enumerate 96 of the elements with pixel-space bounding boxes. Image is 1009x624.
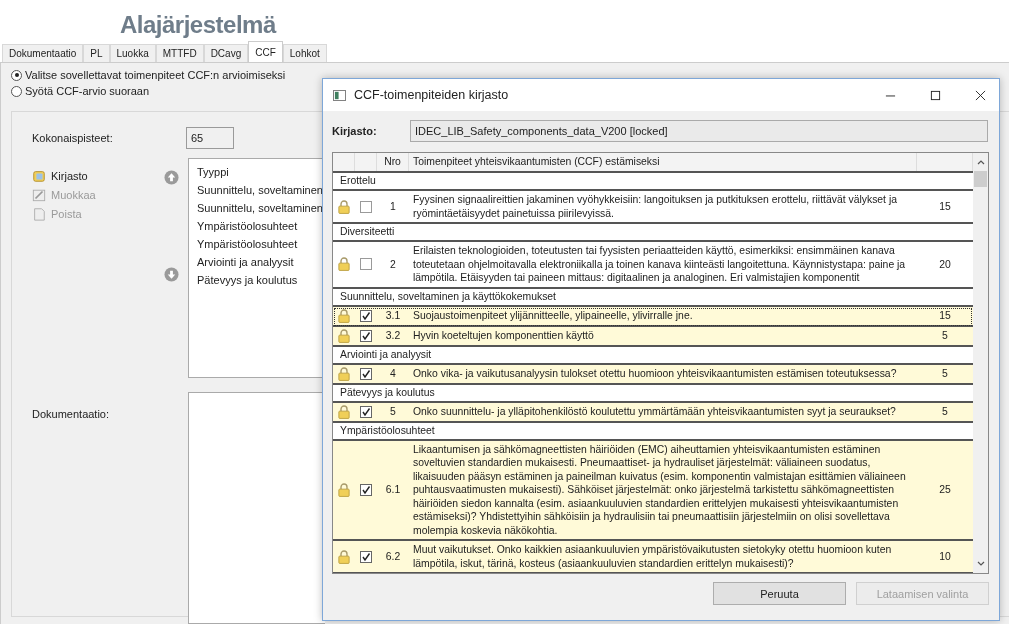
table-cell-text: Onko suunnittelu- ja ylläpitohenkilöstö koulutettu ymmärtämään yhteisvikaantumisten syyt ja seuraukset?	[412, 404, 897, 419]
table-cell-text: 4	[389, 366, 397, 381]
list-item[interactable]: Ympäristöolosuhteet	[189, 235, 323, 253]
checkbox[interactable]	[360, 329, 372, 342]
documentation-label: Dokumentaatio:	[32, 407, 111, 422]
close-icon[interactable]	[975, 89, 986, 101]
check-icon	[361, 330, 371, 341]
checkbox[interactable]	[360, 405, 372, 418]
lock-icon	[338, 482, 350, 497]
table-cell-text: Erilaisten teknologioiden, toteutusten tai fyysisten periaatteiden käyttö, esimerkiksi: ensimmäinen kanava toteutetaan ohjelmoitavalla elektroniikalla ja toinen kanava kiinteästi langoitettuna. Käynnistystapa: paine ja lämpötila. Etäisyyden tai paineen mittaus: digitaalinen ja analoginen. Eri valmistajien komponentit	[412, 244, 907, 285]
documentation-field[interactable]	[188, 392, 325, 624]
tab[interactable]: Lohkot	[282, 44, 327, 62]
library-field: IDEC_LIB_Safety_components_data_V200 [locked]	[410, 120, 988, 142]
table-cell-text: Muut vaikutukset. Onko kaikkien asiaankuuluvien ympäristövaikutusten sietokyky otettu huomioon kuten lämpötila, iskut, tärinä, kosteus (asiaankuuluvien standardien erittelyn mukaisesti)?	[412, 543, 893, 571]
table-row[interactable]: 6.2 Muut vaikutukset. Onko kaikkien asiaankuuluvien ympäristövaikutusten sietokyky otettu huomioon kuten lämpötila, iskut, tärinä, kosteus (asiaankuuluvien standardien erittelyn mukaisesti)? 10	[333, 541, 973, 573]
scroll-thumb[interactable]	[974, 171, 987, 187]
group-header: Diversiteetti	[333, 224, 973, 242]
pencil-icon	[32, 187, 46, 202]
checkbox[interactable]	[360, 200, 372, 213]
table-cell-text: 5	[941, 328, 949, 343]
table-cell-text: 5	[389, 404, 397, 419]
lock-icon	[338, 549, 350, 564]
table-cell-text: 20	[938, 257, 952, 272]
page-icon	[32, 206, 46, 221]
table-cell-text: 5	[941, 366, 949, 381]
check-icon	[361, 406, 371, 417]
dialog-button[interactable]: Peruuta	[713, 582, 846, 605]
table-cell-text: Likaantumisen ja sähkömagneettisten häiriöiden (EMC) aiheuttamien yhteisvikaantumisten estäminen soveltuvien standardien mukaisesti. Pneumaattiset- ja hydrauliset järjestelmät: väliaineen suodatus, likaisuuden pääsyn estäminen ja paineilman kuivatus (esim. komponentin valmistajan esittämien väliaineen puhtausvaatimusten mukaisesti). Sähköiset järjestelmät: onko järjestelmä tarkistettu sähkömagneettisten häiriöiden siedon kannalta (esim. asiaankuuluvien standardien erittelyjen mukaisesti yhteisvikaantumisten estämiseksi)? Yhdistettyihin sähköisiin ja hydraulisiin tai pneumaattisiin järjestelmiin on olisi sovellettava molempia koskevia näkökohtia.	[412, 442, 907, 538]
table-cell-text: 15	[938, 199, 952, 214]
library-label: Kirjasto:	[332, 125, 378, 137]
radio-button[interactable]	[11, 85, 22, 97]
table-cell-text: 10	[938, 549, 952, 564]
table-cell-text: Hyvin koeteltujen komponenttien käyttö	[412, 328, 595, 343]
action-link[interactable]: Kirjasto	[51, 169, 88, 182]
table-row[interactable]: 3.1 Suojaustoimenpiteet ylijännitteelle, ylipaineelle, ylivirralle jne. 15	[333, 306, 973, 327]
column-header[interactable]: Toimenpiteet yhteisvikaantumisten (CCF) estämiseksi	[409, 153, 917, 171]
tab[interactable]: Luokka	[109, 44, 156, 62]
table-cell-text: Onko vika- ja vaikutusanalyysin tulokset otettu huomioon yhteisvikaantumisten estämisen toteutuksessa?	[412, 366, 898, 381]
radio-label[interactable]: Valitse sovellettavat toimenpiteet CCF:n arvioimiseksi	[25, 69, 286, 81]
maximize-icon[interactable]	[930, 89, 941, 101]
lock-icon	[338, 257, 350, 272]
table-row[interactable]	[333, 440, 973, 541]
checkbox[interactable]	[360, 550, 372, 563]
table-cell-text: 3.1	[384, 308, 402, 323]
tab[interactable]: DCavg	[203, 44, 249, 62]
table-row[interactable]: 3.2 Hyvin koeteltujen komponenttien käyttö 5	[333, 326, 973, 347]
table-cell-text: 15	[938, 308, 952, 323]
table-cell-text: 1	[389, 199, 397, 214]
total-points-label: Kokonaispisteet:	[32, 132, 114, 144]
checkbox[interactable]	[360, 367, 372, 380]
group-header: Erottelu	[333, 173, 973, 191]
table-row[interactable]: 5 Onko suunnittelu- ja ylläpitohenkilöstö koulutettu ymmärtämään yhteisvikaantumisten syyt ja seuraukset? 5	[333, 402, 973, 423]
page-title: Alajärjestelmä	[120, 10, 276, 40]
list-item[interactable]: Pätevyys ja koulutus	[189, 271, 323, 289]
lock-icon	[338, 404, 350, 419]
lock-icon	[338, 366, 350, 381]
list-item[interactable]: Suunnittelu, soveltaminen	[189, 181, 323, 199]
radio-button[interactable]	[11, 69, 22, 81]
list-item[interactable]: Suunnittelu, soveltaminen	[189, 199, 323, 217]
table-cell-text: 5	[941, 404, 949, 419]
list-header: Tyyppi	[196, 165, 230, 180]
up-arrow-icon[interactable]	[164, 170, 179, 185]
checkbox[interactable]	[360, 258, 372, 271]
table-row[interactable]: 4 Onko vika- ja vaikutusanalyysin tulokset otettu huomioon yhteisvikaantumisten estämisen toteutuksessa? 5	[333, 364, 973, 385]
check-icon	[361, 368, 371, 379]
lock-icon	[338, 199, 350, 214]
list-item[interactable]: Ympäristöolosuhteet	[189, 217, 323, 235]
table-cell-text: Fyysinen signaalireittien jakaminen vyöhykkeisiin: langoituksen ja putkituksen erottelu, riittävät välykset ja ryömintäetäisyydet painetuissa piirilevyissä.	[412, 193, 898, 221]
radio-label[interactable]: Syötä CCF-arvio suoraan	[25, 85, 150, 97]
table-cell-text: Suojaustoimenpiteet ylijännitteelle, ylipaineelle, ylivirralle jne.	[412, 308, 694, 323]
lock-icon	[338, 308, 350, 323]
tab[interactable]: Dokumentaatio	[2, 44, 84, 62]
dialog-title: CCF-toimenpiteiden kirjasto	[354, 88, 510, 102]
table-cell-text: 6.2	[384, 549, 402, 564]
check-icon	[361, 484, 371, 495]
table-cell-text: 3.2	[384, 328, 402, 343]
lock-icon	[338, 328, 350, 343]
checkbox[interactable]	[360, 483, 372, 496]
checkbox[interactable]	[360, 309, 372, 322]
list-item[interactable]: Arviointi ja analyysit	[189, 253, 323, 271]
down-arrow-icon[interactable]	[164, 267, 179, 282]
scrollbar[interactable]	[973, 153, 988, 573]
table-cell-text: 6.1	[384, 483, 402, 497]
book-icon	[32, 168, 46, 183]
tab[interactable]: PL	[83, 44, 110, 62]
check-icon	[361, 551, 371, 562]
column-header[interactable]: Nro	[377, 153, 409, 171]
table-cell-text: 2	[389, 257, 397, 272]
check-icon	[361, 310, 371, 321]
table-cell-text: 25	[938, 483, 952, 497]
window-icon	[333, 89, 346, 101]
scroll-down-icon[interactable]	[975, 560, 986, 568]
tab[interactable]: CCF	[248, 41, 283, 62]
tab[interactable]: MTTFD	[155, 44, 204, 62]
total-points-field: 65	[186, 127, 234, 149]
scroll-up-icon[interactable]	[975, 158, 986, 166]
